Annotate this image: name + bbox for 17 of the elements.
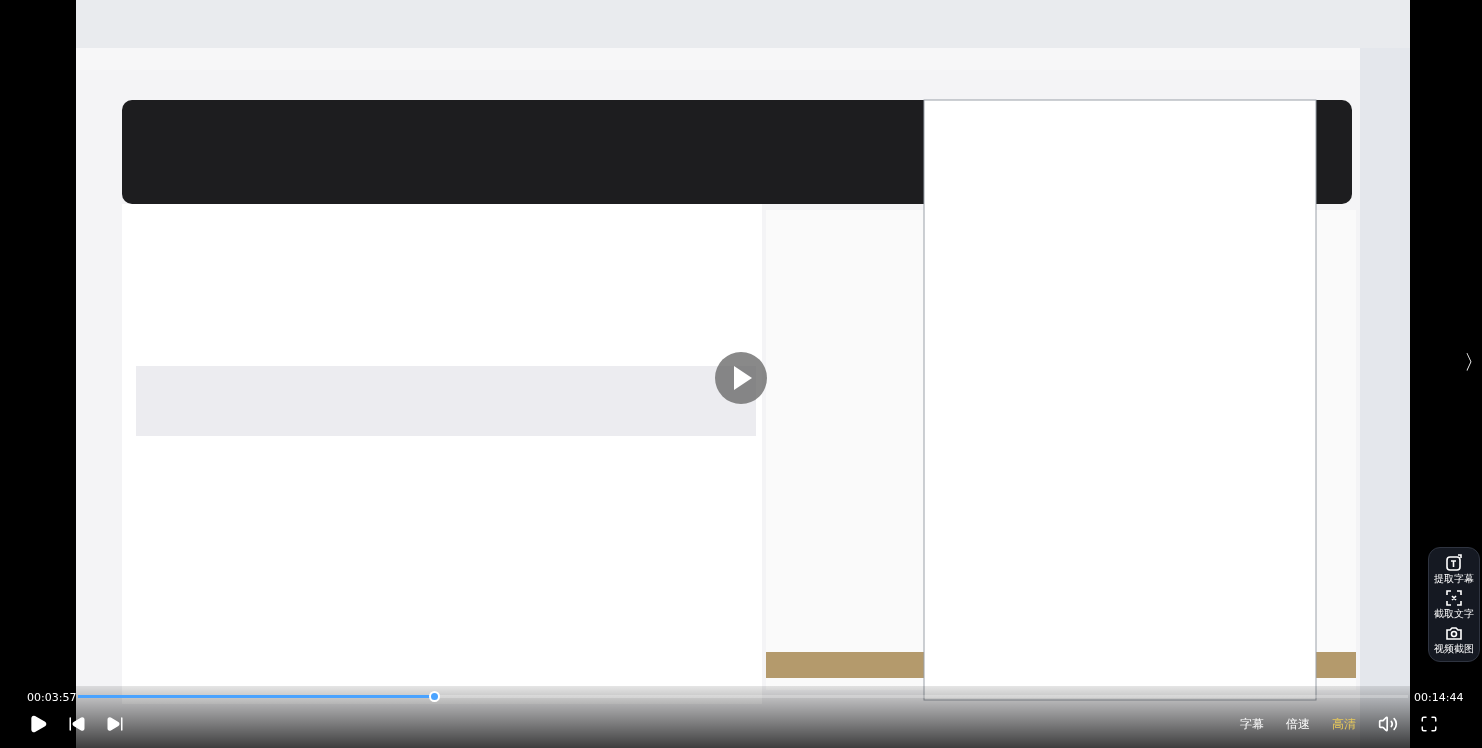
- player-option[interactable]: 字幕: [1240, 715, 1264, 733]
- tool-button[interactable]: 视频截图: [1434, 624, 1474, 655]
- progress-thumb[interactable]: [429, 691, 441, 702]
- camera-icon: [1445, 624, 1463, 642]
- volume-icon[interactable]: [1378, 714, 1398, 734]
- duration: 00:14:44: [1414, 690, 1464, 706]
- tool-button[interactable]: 提取字幕: [1434, 554, 1474, 585]
- skip-forward-icon[interactable]: [106, 715, 124, 733]
- fullscreen-icon[interactable]: [1420, 715, 1438, 733]
- subtitle-icon: [1445, 554, 1463, 572]
- player-option[interactable]: 倍速: [1286, 715, 1310, 733]
- next-arrow[interactable]: 〉: [1464, 348, 1482, 376]
- text-capture-icon: [1445, 589, 1463, 607]
- skip-back-icon[interactable]: [68, 715, 86, 733]
- current-time: 00:03:57: [27, 690, 77, 706]
- play-icon[interactable]: [28, 714, 48, 734]
- tool-button[interactable]: 截取文字: [1434, 589, 1474, 620]
